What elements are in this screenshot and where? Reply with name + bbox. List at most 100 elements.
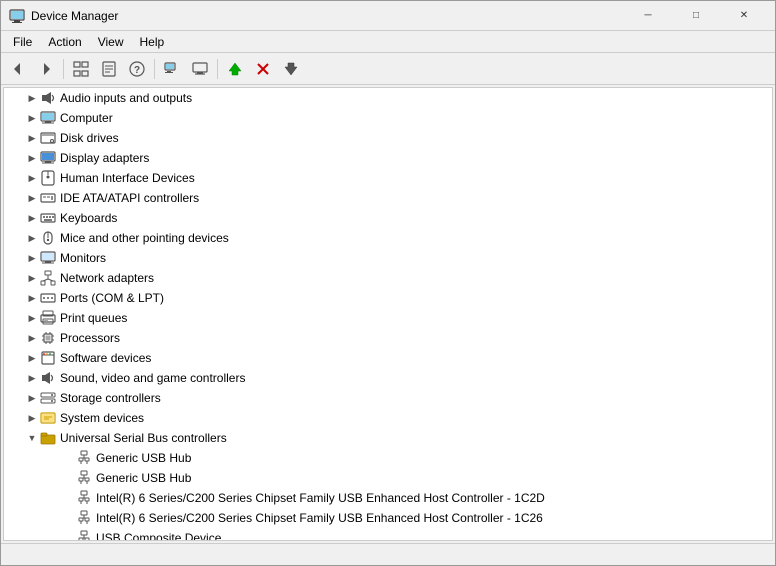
window-title: Device Manager bbox=[31, 9, 625, 23]
tree-item-display[interactable]: ▶ Display adapters bbox=[4, 148, 772, 168]
device-tree[interactable]: ▶ Audio inputs and outputs ▶ bbox=[3, 87, 773, 541]
tree-item-ide[interactable]: ▶ IDE ATA/ATAPI controllers bbox=[4, 188, 772, 208]
print-label: Print queues bbox=[60, 311, 127, 325]
tree-item-monitors[interactable]: ▶ Monitors bbox=[4, 248, 772, 268]
expand-intel-usb1[interactable] bbox=[60, 490, 76, 506]
update-driver-button[interactable] bbox=[222, 56, 248, 82]
tree-item-disk[interactable]: ▶ Disk drives bbox=[4, 128, 772, 148]
sound-label: Sound, video and game controllers bbox=[60, 371, 245, 385]
forward-button[interactable] bbox=[33, 56, 59, 82]
usb-hub1-label: Generic USB Hub bbox=[96, 451, 191, 465]
tree-item-usb-hub2[interactable]: Generic USB Hub bbox=[4, 468, 772, 488]
expand-sound[interactable]: ▶ bbox=[24, 370, 40, 386]
hid-label: Human Interface Devices bbox=[60, 171, 195, 185]
tree-item-system[interactable]: ▶ System devices bbox=[4, 408, 772, 428]
mice-label: Mice and other pointing devices bbox=[60, 231, 229, 245]
tree-item-network[interactable]: ▶ Network adapters bbox=[4, 268, 772, 288]
tree-item-audio[interactable]: ▶ Audio inputs and outputs bbox=[4, 88, 772, 108]
expand-audio[interactable]: ▶ bbox=[24, 90, 40, 106]
network-icon bbox=[40, 270, 56, 286]
monitor-icon bbox=[40, 250, 56, 266]
system-icon bbox=[40, 410, 56, 426]
toolbar-sep-3 bbox=[217, 59, 218, 79]
computer-icon bbox=[40, 110, 56, 126]
tree-item-processors[interactable]: ▶ Processors bbox=[4, 328, 772, 348]
toolbar-sep-2 bbox=[154, 59, 155, 79]
expand-system[interactable]: ▶ bbox=[24, 410, 40, 426]
expand-software[interactable]: ▶ bbox=[24, 350, 40, 366]
menu-file[interactable]: File bbox=[5, 33, 40, 51]
expand-ide[interactable]: ▶ bbox=[24, 190, 40, 206]
expand-ports[interactable]: ▶ bbox=[24, 290, 40, 306]
expand-usb[interactable]: ▼ bbox=[24, 430, 40, 446]
tree-item-storage[interactable]: ▶ Storage controllers bbox=[4, 388, 772, 408]
expand-usb-hub1[interactable] bbox=[60, 450, 76, 466]
menu-view[interactable]: View bbox=[90, 33, 132, 51]
expand-mice[interactable]: ▶ bbox=[24, 230, 40, 246]
uninstall-device-button[interactable] bbox=[250, 56, 276, 82]
tree-item-mice[interactable]: ▶ Mice and other pointing devices bbox=[4, 228, 772, 248]
tree-item-ports[interactable]: ▶ Ports (COM & LPT) bbox=[4, 288, 772, 308]
usb-hub1-icon bbox=[76, 450, 92, 466]
tree-item-software[interactable]: ▶ Software devices bbox=[4, 348, 772, 368]
usb-folder-icon bbox=[40, 430, 56, 446]
title-bar: Device Manager ─ □ ✕ bbox=[1, 1, 775, 31]
expand-hid[interactable]: ▶ bbox=[24, 170, 40, 186]
intel-usb1-icon bbox=[76, 490, 92, 506]
expand-intel-usb2[interactable] bbox=[60, 510, 76, 526]
monitor-button[interactable] bbox=[187, 56, 213, 82]
close-button[interactable]: ✕ bbox=[721, 1, 767, 31]
network-label: Network adapters bbox=[60, 271, 154, 285]
device-manager-button[interactable] bbox=[159, 56, 185, 82]
tree-view-button[interactable] bbox=[68, 56, 94, 82]
tree-item-print[interactable]: ▶ Print queues bbox=[4, 308, 772, 328]
expand-keyboards[interactable]: ▶ bbox=[24, 210, 40, 226]
tree-item-computer[interactable]: ▶ Computer bbox=[4, 108, 772, 128]
expand-storage[interactable]: ▶ bbox=[24, 390, 40, 406]
expand-network[interactable]: ▶ bbox=[24, 270, 40, 286]
status-bar bbox=[1, 543, 775, 565]
disk-label: Disk drives bbox=[60, 131, 119, 145]
display-label: Display adapters bbox=[60, 151, 149, 165]
back-button[interactable] bbox=[5, 56, 31, 82]
expand-print[interactable]: ▶ bbox=[24, 310, 40, 326]
usb-composite-icon bbox=[76, 530, 92, 541]
keyboards-label: Keyboards bbox=[60, 211, 117, 225]
audio-label: Audio inputs and outputs bbox=[60, 91, 192, 105]
expand-disk[interactable]: ▶ bbox=[24, 130, 40, 146]
expand-usb-hub2[interactable] bbox=[60, 470, 76, 486]
computer-label: Computer bbox=[60, 111, 113, 125]
mouse-icon bbox=[40, 230, 56, 246]
expand-computer[interactable]: ▶ bbox=[24, 110, 40, 126]
tree-item-usb-composite[interactable]: USB Composite Device bbox=[4, 528, 772, 541]
tree-item-sound[interactable]: ▶ Sound, video and game controllers bbox=[4, 368, 772, 388]
expand-usb-composite[interactable] bbox=[60, 530, 76, 541]
tree-item-usb-hub1[interactable]: Generic USB Hub bbox=[4, 448, 772, 468]
menu-action[interactable]: Action bbox=[40, 33, 89, 51]
usb-hub2-label: Generic USB Hub bbox=[96, 471, 191, 485]
usb-hub2-icon bbox=[76, 470, 92, 486]
tree-item-intel-usb1[interactable]: Intel(R) 6 Series/C200 Series Chipset Fa… bbox=[4, 488, 772, 508]
maximize-button[interactable]: □ bbox=[673, 1, 719, 31]
tree-item-intel-usb2[interactable]: Intel(R) 6 Series/C200 Series Chipset Fa… bbox=[4, 508, 772, 528]
intel-usb2-label: Intel(R) 6 Series/C200 Series Chipset Fa… bbox=[96, 511, 543, 525]
window-controls: ─ □ ✕ bbox=[625, 1, 767, 31]
device-manager-window: Device Manager ─ □ ✕ File Action View He… bbox=[0, 0, 776, 566]
sound-icon bbox=[40, 370, 56, 386]
expand-display[interactable]: ▶ bbox=[24, 150, 40, 166]
tree-item-usb[interactable]: ▼ Universal Serial Bus controllers bbox=[4, 428, 772, 448]
tree-item-hid[interactable]: ▶ Human Interface Devices bbox=[4, 168, 772, 188]
scan-changes-button[interactable] bbox=[278, 56, 304, 82]
toolbar-sep-1 bbox=[63, 59, 64, 79]
usb-composite-label: USB Composite Device bbox=[96, 531, 221, 541]
app-icon bbox=[9, 8, 25, 24]
menu-help[interactable]: Help bbox=[132, 33, 173, 51]
expand-processors[interactable]: ▶ bbox=[24, 330, 40, 346]
ide-label: IDE ATA/ATAPI controllers bbox=[60, 191, 199, 205]
help-button[interactable]: ? bbox=[124, 56, 150, 82]
properties-button[interactable] bbox=[96, 56, 122, 82]
toolbar: ? bbox=[1, 53, 775, 85]
expand-monitors[interactable]: ▶ bbox=[24, 250, 40, 266]
tree-item-keyboards[interactable]: ▶ Keyboards bbox=[4, 208, 772, 228]
minimize-button[interactable]: ─ bbox=[625, 1, 671, 31]
